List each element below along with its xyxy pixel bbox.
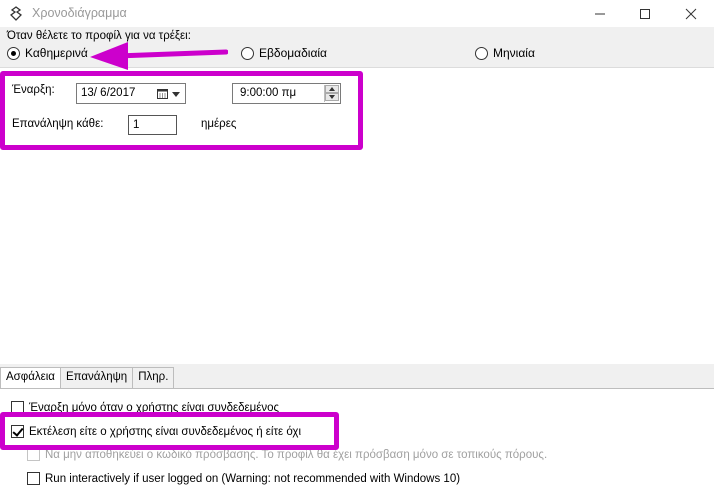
title-bar: Χρονοδιάγραμμα: [0, 0, 714, 27]
radio-monthly[interactable]: Μηνιαία: [475, 46, 535, 60]
minimize-button[interactable]: [577, 0, 623, 27]
maximize-button[interactable]: [622, 0, 668, 27]
highlight-box-run-whether-option: [0, 412, 339, 450]
radio-weekly[interactable]: Εβδομαδιαία: [241, 46, 327, 60]
tab-info[interactable]: Πληρ.: [132, 367, 175, 388]
radio-weekly-label: Εβδομαδιαία: [259, 46, 327, 60]
maximize-icon: [640, 8, 650, 19]
radio-monthly-label: Μηνιαία: [493, 46, 535, 60]
radio-daily-circle[interactable]: [7, 46, 20, 60]
close-button[interactable]: [668, 0, 714, 27]
close-icon: [685, 8, 697, 19]
radio-daily-label: Καθημερινά: [25, 46, 88, 60]
radio-weekly-circle[interactable]: [241, 46, 254, 60]
highlight-box-start-settings: [0, 71, 363, 150]
checkbox-run-interactively-box[interactable]: [27, 472, 40, 485]
schedule-window: Χρονοδιάγραμμα Όταν θέλετε το προφίλ για…: [0, 0, 714, 494]
checkbox-no-store-password-label: Να μην αποθηκεύει ο κωδικό πρόσβασης. Το…: [45, 448, 548, 461]
minimize-icon: [595, 13, 605, 14]
app-icon: [10, 6, 22, 21]
radio-daily[interactable]: Καθημερινά: [7, 46, 88, 60]
tab-security[interactable]: Ασφάλεια: [0, 367, 61, 389]
annotation-arrow-icon: [90, 42, 228, 70]
radio-monthly-circle[interactable]: [475, 46, 488, 60]
tab-repeat[interactable]: Επανάληψη: [59, 367, 134, 388]
tab-strip: Ασφάλεια Επανάληψη Πληρ.: [0, 367, 175, 389]
checkbox-run-interactively[interactable]: Run interactively if user logged on (War…: [27, 472, 460, 485]
checkbox-run-interactively-label: Run interactively if user logged on (War…: [45, 472, 461, 485]
window-title: Χρονοδιάγραμμα: [32, 6, 127, 20]
